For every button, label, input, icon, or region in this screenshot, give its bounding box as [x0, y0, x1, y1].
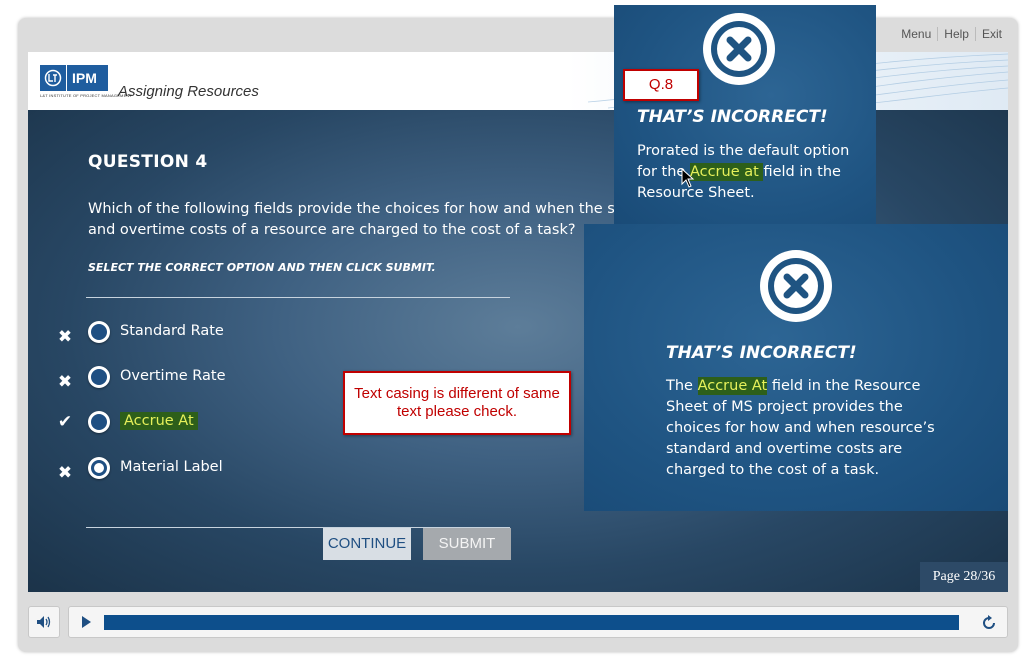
feedback-line: standard and overtime costs are — [666, 441, 903, 457]
feedback-line: charged to the cost of a task. — [666, 462, 880, 478]
continue-button[interactable]: CONTINUE — [323, 528, 411, 560]
radio-button[interactable] — [88, 366, 110, 388]
mouse-cursor-icon — [681, 168, 695, 188]
option-standard-rate[interactable]: ✖ Standard Rate — [28, 320, 428, 350]
cross-icon: ✖ — [57, 372, 73, 392]
submit-button[interactable]: SUBMIT — [423, 528, 511, 560]
option-label: Accrue At — [120, 412, 198, 430]
player-controls — [28, 606, 1008, 638]
company-logo: IPM L&T INSTITUTE OF PROJECT MANAGEMENT — [40, 65, 133, 103]
option-material-label[interactable]: ✖ Material Label — [28, 456, 428, 486]
menu-link[interactable]: Menu — [895, 27, 939, 41]
highlighted-text: Accrue at — [689, 163, 764, 181]
page-counter: Page 28/36 — [920, 562, 1008, 592]
progress-fill — [104, 615, 959, 630]
feedback-line: choices for how and when resource’s — [666, 420, 935, 436]
feedback-text: Prorated is the default option for the A… — [637, 141, 849, 204]
feedback-popup-small: THAT’S INCORRECT! Prorated is the defaul… — [614, 5, 876, 231]
radio-button[interactable] — [88, 321, 110, 343]
incorrect-circle-icon — [760, 250, 832, 322]
course-title: Assigning Resources — [118, 83, 259, 100]
feedback-line: Sheet of MS project provides the — [666, 399, 903, 415]
divider-top — [86, 297, 510, 298]
feedback-text: The Accrue At field in the Resource Shee… — [666, 376, 935, 481]
radio-button[interactable] — [88, 411, 110, 433]
feedback-line: The Accrue At field in the Resource — [666, 376, 935, 397]
question-title: QUESTION 4 — [88, 152, 208, 172]
feedback-line-text: field in the — [763, 164, 841, 180]
review-question-tag: Q.8 — [623, 69, 699, 101]
top-menu: Menu Help Exit — [895, 27, 1002, 41]
option-label: Overtime Rate — [120, 368, 226, 384]
question-text-line: Which of the following fields provide th… — [88, 201, 672, 217]
feedback-popup-large: THAT’S INCORRECT! The Accrue At field in… — [584, 224, 1008, 511]
speaker-icon — [37, 616, 51, 628]
option-label: Material Label — [120, 459, 223, 475]
feedback-line: Resource Sheet. — [637, 185, 755, 201]
cross-icon: ✖ — [57, 327, 73, 347]
feedback-line-text: field in the Resource — [767, 378, 921, 394]
review-note: Text casing is different of same text pl… — [343, 371, 571, 435]
help-link[interactable]: Help — [938, 27, 976, 41]
check-icon: ✔ — [57, 412, 73, 432]
option-label: Standard Rate — [120, 323, 224, 339]
logo-subtext: L&T INSTITUTE OF PROJECT MANAGEMENT — [40, 93, 133, 98]
feedback-title: THAT’S INCORRECT! — [637, 107, 828, 127]
radio-button-selected[interactable] — [88, 457, 110, 479]
feedback-title: THAT’S INCORRECT! — [666, 343, 857, 363]
logo-text: IPM — [72, 70, 97, 86]
highlighted-text: Accrue At — [697, 377, 768, 395]
question-instruction: SELECT THE CORRECT OPTION AND THEN CLICK… — [88, 261, 436, 274]
lt-logo-icon — [40, 65, 67, 91]
feedback-line: Prorated is the default option — [637, 143, 850, 159]
play-icon[interactable] — [79, 615, 93, 629]
replay-icon[interactable] — [980, 614, 998, 632]
highlighted-text: Accrue At — [120, 412, 198, 430]
volume-button[interactable] — [28, 606, 60, 638]
question-text: Which of the following fields provide th… — [88, 199, 672, 241]
question-text-line: and overtime costs of a resource are cha… — [88, 222, 576, 238]
cross-icon: ✖ — [57, 463, 73, 483]
feedback-line-text: The — [666, 378, 698, 394]
progress-bar[interactable] — [104, 615, 959, 630]
feedback-line: for the Accrue at field in the — [637, 162, 849, 183]
incorrect-circle-icon — [703, 13, 775, 85]
seek-bar-container — [68, 606, 1008, 638]
exit-link[interactable]: Exit — [976, 27, 1002, 41]
